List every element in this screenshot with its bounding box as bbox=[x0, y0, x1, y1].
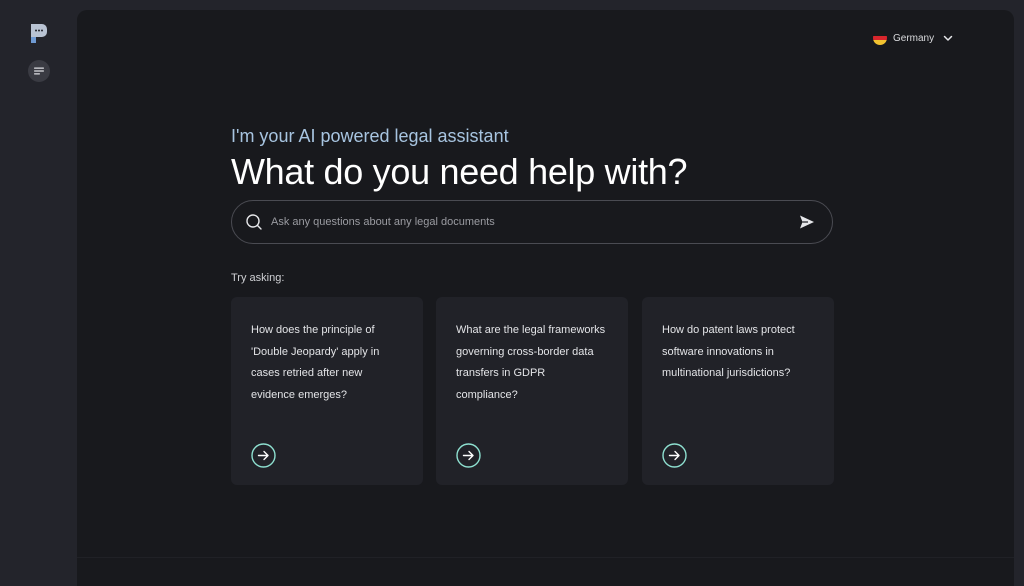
suggestion-cards: How does the principle of 'Double Jeopar… bbox=[231, 297, 834, 485]
suggestion-text: How does the principle of 'Double Jeopar… bbox=[251, 324, 380, 401]
country-selector[interactable]: Germany bbox=[873, 30, 954, 46]
arrow-right-circle-icon[interactable] bbox=[456, 443, 481, 468]
footer-divider bbox=[77, 557, 1014, 558]
search-icon bbox=[246, 214, 262, 230]
country-label: Germany bbox=[893, 32, 935, 44]
chevron-down-icon bbox=[943, 35, 953, 41]
menu-button[interactable] bbox=[28, 60, 50, 82]
suggestion-card-2[interactable]: What are the legal frameworks governing … bbox=[436, 297, 628, 485]
search-input[interactable] bbox=[271, 211, 771, 233]
sidebar bbox=[0, 0, 77, 576]
suggestion-text: How do patent laws protect software inno… bbox=[662, 324, 795, 379]
suggestion-text: What are the legal frameworks governing … bbox=[456, 324, 606, 401]
main-panel: Germany I'm your AI powered legal assist… bbox=[77, 10, 1014, 586]
search-bar bbox=[231, 200, 833, 244]
send-icon[interactable] bbox=[798, 213, 816, 231]
page-title: What do you need help with? bbox=[231, 151, 688, 192]
chat-bubble-logo-icon[interactable] bbox=[29, 23, 48, 44]
menu-lines-icon bbox=[34, 67, 44, 75]
arrow-right-circle-icon[interactable] bbox=[662, 443, 687, 468]
suggestion-card-1[interactable]: How does the principle of 'Double Jeopar… bbox=[231, 297, 423, 485]
arrow-right-circle-icon[interactable] bbox=[251, 443, 276, 468]
suggestion-card-3[interactable]: How do patent laws protect software inno… bbox=[642, 297, 834, 485]
suggestions-label: Try asking: bbox=[231, 272, 285, 284]
germany-flag-icon bbox=[873, 31, 887, 45]
page-subtitle: I'm your AI powered legal assistant bbox=[231, 126, 509, 146]
